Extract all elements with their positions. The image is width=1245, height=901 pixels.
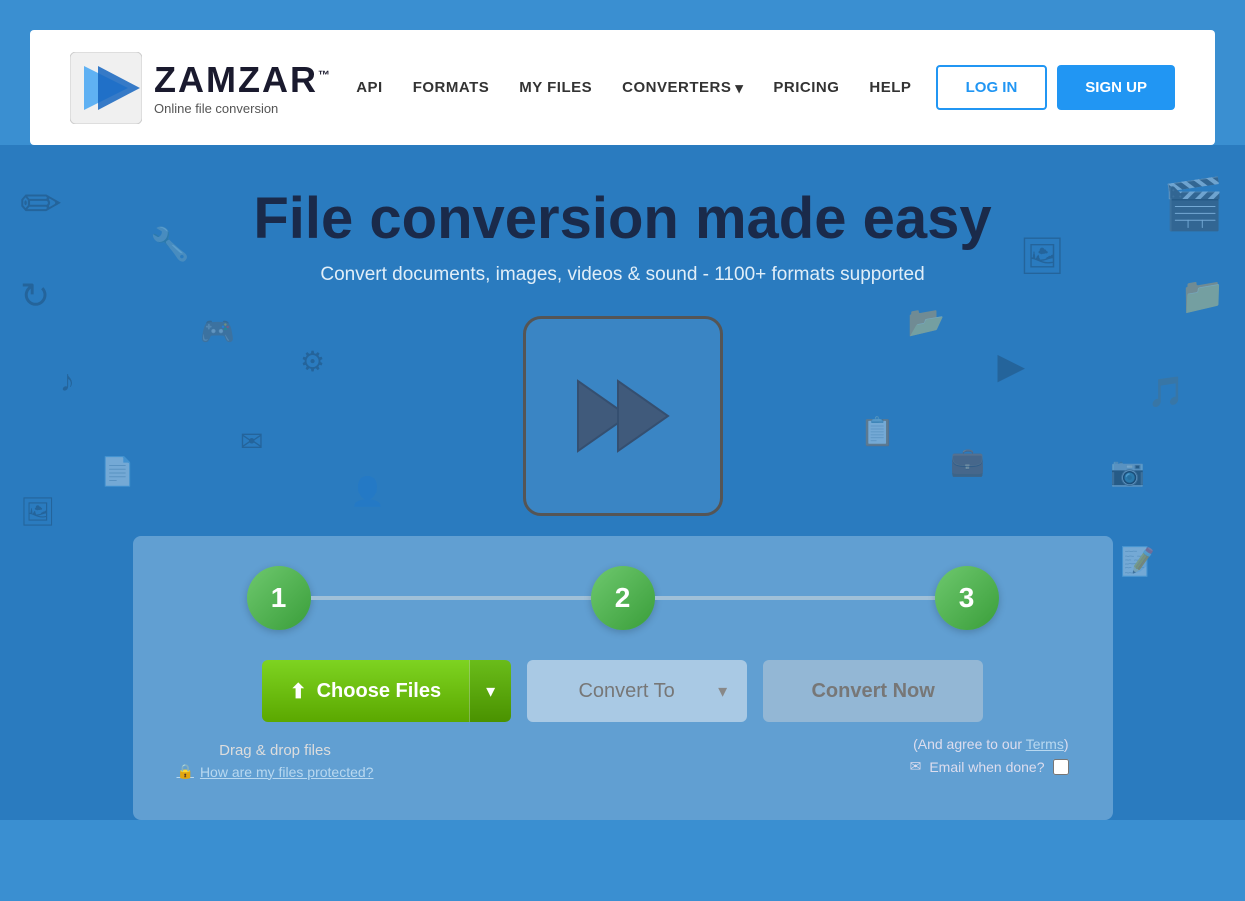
login-button[interactable]: LOG IN — [936, 65, 1048, 110]
nav-pricing[interactable]: PRICING — [773, 79, 839, 96]
logo-name: ZAMZAR™ — [154, 59, 332, 101]
choose-files-dropdown-button[interactable]: ▾ — [469, 660, 511, 722]
conversion-form: ⬆ Choose Files ▾ Convert To ▾ Convert No… — [173, 660, 1073, 722]
step-line-2-3 — [655, 596, 935, 600]
terms-link[interactable]: Terms — [1026, 736, 1064, 752]
email-label: Email when done? — [929, 759, 1044, 775]
hero-title: File conversion made easy — [20, 185, 1225, 252]
lock-icon: 🔒 — [177, 763, 194, 780]
hero-illustration — [523, 316, 723, 516]
main-nav: API FORMATS MY FILES CONVERTERS ▾ PRICIN… — [356, 79, 911, 97]
email-checkbox[interactable] — [1053, 759, 1069, 775]
nav-api[interactable]: API — [356, 79, 383, 96]
nav-converters[interactable]: CONVERTERS ▾ — [622, 79, 743, 97]
step-3: 3 — [935, 566, 999, 630]
drag-drop-text: Drag & drop files — [177, 742, 374, 759]
logo-subtitle: Online file conversion — [154, 101, 332, 116]
header: ZAMZAR™ Online file conversion API FORMA… — [30, 30, 1215, 145]
email-row: ✉ Email when done? — [910, 758, 1069, 775]
left-info: Drag & drop files 🔒 How are my files pro… — [177, 736, 374, 780]
choose-files-group: ⬆ Choose Files ▾ — [262, 660, 511, 722]
convert-to-dropdown[interactable]: Convert To ▾ — [527, 660, 747, 722]
chevron-down-icon: ▾ — [486, 681, 495, 702]
auth-buttons: LOG IN SIGN UP — [936, 65, 1175, 110]
convert-now-button[interactable]: Convert Now — [763, 660, 983, 722]
convert-to-arrow-icon: ▾ — [718, 681, 727, 702]
hero-section: ✏ ↻ ♪ 📄 🖼 🔧 🎮 ✉ ⚙ 👤 🎬 📁 🎵 📷 🖼 ▶ 💼 📂 📋 📝 … — [0, 145, 1245, 820]
form-bottom-info: Drag & drop files 🔒 How are my files pro… — [173, 736, 1073, 780]
convert-to-label: Convert To — [547, 680, 706, 703]
step-2: 2 — [591, 566, 655, 630]
step-1: 1 — [247, 566, 311, 630]
steps-indicator: 1 2 3 — [173, 566, 1073, 630]
conversion-panel: 1 2 3 ⬆ Choose Files — [133, 536, 1113, 820]
nav-my-files[interactable]: MY FILES — [519, 79, 592, 96]
nav-formats[interactable]: FORMATS — [413, 79, 490, 96]
logo-area: ZAMZAR™ Online file conversion — [70, 52, 332, 124]
play-arrows-icon — [563, 366, 683, 466]
upload-icon: ⬆ — [290, 679, 307, 704]
protection-link[interactable]: 🔒 How are my files protected? — [177, 763, 374, 780]
logo-icon — [70, 52, 142, 124]
right-info: (And agree to our Terms) ✉ Email when do… — [910, 736, 1069, 775]
step-line-1-2 — [311, 596, 591, 600]
chevron-down-icon: ▾ — [735, 79, 743, 97]
play-box — [523, 316, 723, 516]
hero-subtitle: Convert documents, images, videos & soun… — [20, 264, 1225, 286]
hero-content: File conversion made easy Convert docume… — [20, 185, 1225, 820]
terms-text: (And agree to our Terms) — [910, 736, 1069, 752]
signup-button[interactable]: SIGN UP — [1057, 65, 1175, 110]
choose-files-button[interactable]: ⬆ Choose Files — [262, 660, 469, 722]
email-icon: ✉ — [910, 758, 922, 775]
nav-help[interactable]: HELP — [869, 79, 911, 96]
logo-text: ZAMZAR™ Online file conversion — [154, 59, 332, 116]
